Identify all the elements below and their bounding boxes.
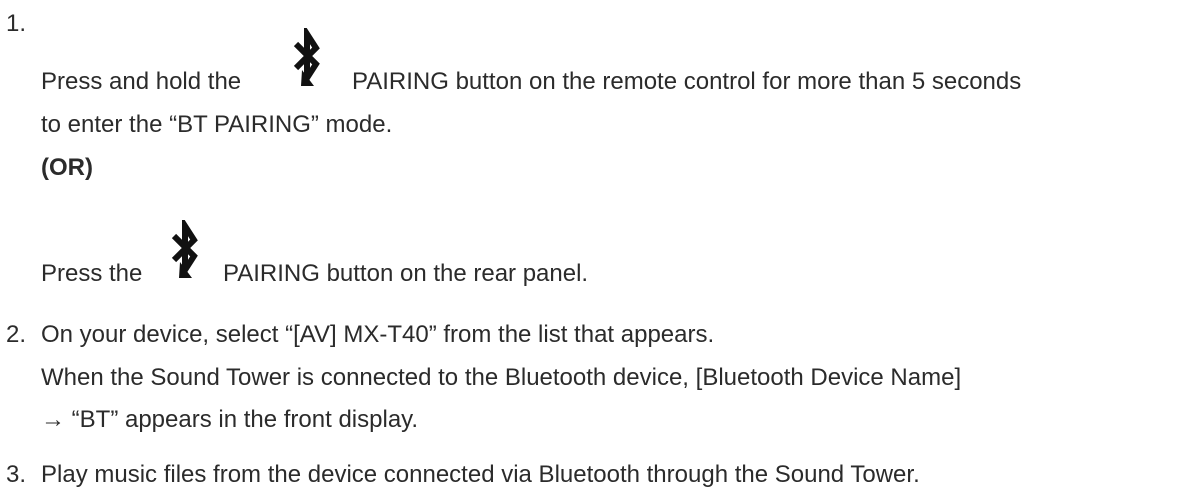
- step-2-note-line-1: When the Sound Tower is connected to the…: [41, 364, 962, 391]
- step-1-text-continued: to enter the “BT PAIRING” mode.: [41, 111, 393, 138]
- or-label: (OR): [41, 154, 93, 181]
- step-3-number: 3.: [6, 461, 27, 488]
- step-1-alt-text-after-icon: PAIRING button on the rear panel.: [223, 260, 589, 287]
- bluetooth-icon: [293, 28, 320, 86]
- step-2-note-line-2: → “BT” appears in the front display.: [41, 406, 419, 433]
- step-1-text-before-icon: Press and hold the: [41, 68, 242, 95]
- step-1-number: 1.: [6, 10, 27, 37]
- step-2-text: On your device, select “[AV] MX-T40” fro…: [41, 321, 715, 348]
- bluetooth-icon: [171, 220, 198, 278]
- step-3-text: Play music files from the device connect…: [41, 461, 920, 488]
- step-1-text-after-icon: PAIRING button on the remote control for…: [352, 68, 1022, 95]
- step-1-alt-text-before-icon: Press the: [41, 260, 143, 287]
- step-2-number: 2.: [6, 321, 27, 348]
